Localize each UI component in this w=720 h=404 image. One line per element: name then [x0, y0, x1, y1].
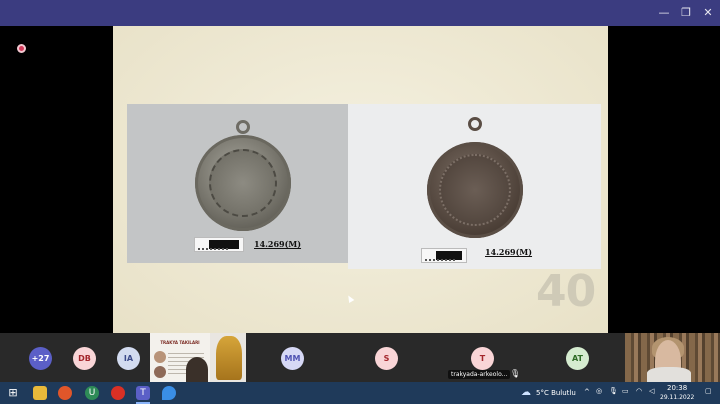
- pendant-loop: [468, 117, 482, 131]
- inventory-number-right: 14.269(M): [485, 247, 533, 257]
- self-video-tile[interactable]: [625, 333, 720, 382]
- participant-avatar[interactable]: S: [375, 347, 398, 370]
- chrome-icon[interactable]: [111, 386, 125, 400]
- battery-icon[interactable]: ▭: [622, 387, 629, 395]
- tag-barcode: [198, 248, 228, 250]
- screen-share-label: trakyada-arkeolo...: [448, 370, 511, 379]
- participant-overflow-avatar[interactable]: +27: [29, 347, 52, 370]
- clock-time[interactable]: 20:38: [667, 384, 687, 392]
- volume-icon[interactable]: ◁: [649, 387, 654, 395]
- start-menu-icon[interactable]: ⊞: [6, 386, 20, 400]
- inventory-number-left: 14.269(M): [254, 239, 302, 249]
- medallion-photo-back: 14.269(M): [348, 104, 601, 269]
- person-shirt: [647, 367, 691, 382]
- network-icon[interactable]: ◎: [596, 387, 602, 395]
- mic-muted-icon: 🎙: [510, 369, 521, 378]
- museum-tag: [194, 237, 244, 252]
- tray-chevron-icon[interactable]: ^: [584, 388, 590, 396]
- medallion-back-image: [427, 142, 523, 238]
- participants-strip: +27 DB IA TRAKYA TAKILARI MM S T AT: [0, 333, 720, 382]
- green-app-icon[interactable]: U: [85, 386, 99, 400]
- pendant-loop: [236, 120, 250, 134]
- medallion-relief: [209, 149, 277, 217]
- wifi-icon[interactable]: ◠: [636, 387, 642, 395]
- firefox-icon[interactable]: [58, 386, 72, 400]
- shared-slide: 14.269(M) 14.269(M) 40: [113, 26, 608, 333]
- medallion-front-image: [195, 135, 291, 231]
- weather-text[interactable]: 5°C Bulutlu: [536, 389, 576, 397]
- microphone-icon[interactable]: 🎙: [609, 387, 618, 395]
- minimize-button[interactable]: —: [655, 5, 673, 21]
- teams-icon[interactable]: T: [136, 386, 150, 400]
- participant-avatar[interactable]: MM: [281, 347, 304, 370]
- windows-taskbar: ⊞ U T ☁ 5°C Bulutlu ^ ◎ 🎙 ▭ ◠ ◁ 20:38 29…: [0, 382, 720, 404]
- medallion-photo-front: 14.269(M): [127, 104, 355, 304]
- slide-page-number: 40: [536, 266, 596, 317]
- cloud-weather-icon[interactable]: ☁: [519, 386, 533, 400]
- notification-icon[interactable]: ▢: [705, 387, 712, 395]
- participant-avatar[interactable]: IA: [117, 347, 140, 370]
- speaker-photo: [154, 351, 166, 363]
- window-titlebar: — ❐ ✕: [0, 0, 720, 26]
- recording-indicator-icon: [17, 44, 26, 53]
- presenter-video-tile[interactable]: TRAKYA TAKILARI: [150, 333, 246, 382]
- medallion-inscription: [439, 154, 511, 226]
- file-explorer-icon[interactable]: [33, 386, 47, 400]
- restore-button[interactable]: ❐: [677, 5, 695, 21]
- participant-avatar[interactable]: T: [471, 347, 494, 370]
- tag-barcode: [425, 259, 455, 261]
- clock-date[interactable]: 29.11.2022: [660, 394, 694, 401]
- presenter-person: [186, 357, 208, 382]
- poster-title: TRAKYA TAKILARI: [160, 340, 200, 345]
- museum-tag: [421, 248, 467, 263]
- speaker-photo: [154, 366, 166, 378]
- close-button[interactable]: ✕: [699, 5, 717, 21]
- participant-avatar[interactable]: DB: [73, 347, 96, 370]
- droplet-app-icon[interactable]: [162, 386, 176, 400]
- participant-avatar[interactable]: AT: [566, 347, 589, 370]
- gold-artifact-image: [216, 336, 242, 380]
